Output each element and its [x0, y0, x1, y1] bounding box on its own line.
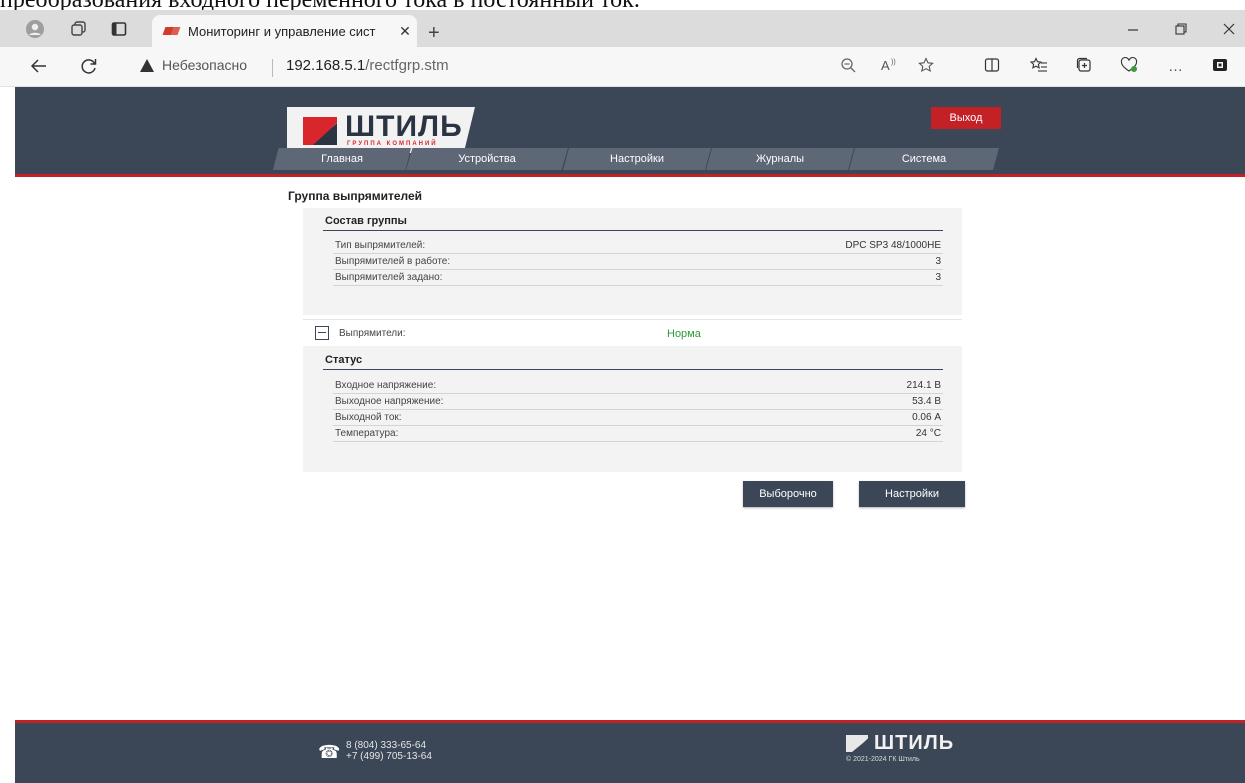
footer-copyright: © 2021-2024 ГК Штиль — [846, 756, 920, 763]
row-label: Температура: — [335, 428, 399, 439]
rectifiers-status: Норма — [667, 328, 701, 340]
site-footer: ☎ 8 (804) 333-65-64 +7 (499) 705-13-64 Ш… — [15, 720, 1245, 783]
row-label: Тип выпрямителей: — [335, 240, 426, 251]
security-warning[interactable]: Небезопасно — [140, 57, 247, 73]
row-label: Выходное напряжение: — [335, 396, 444, 407]
split-screen-icon[interactable] — [984, 57, 1000, 79]
phone-2: +7 (499) 705-13-64 — [346, 751, 432, 762]
status-header: Статус — [325, 354, 363, 366]
page-title: Группа выпрямителей — [288, 189, 423, 203]
extension-icon[interactable] — [1212, 57, 1228, 79]
url-path: /rectfgrp.stm — [365, 57, 449, 74]
group-row: Выпрямителей в работе: 3 — [333, 254, 943, 270]
url-field[interactable]: 192.168.5.1/rectfgrp.stm — [286, 57, 449, 74]
security-label: Небезопасно — [162, 57, 248, 73]
row-value: 53.4 В — [912, 396, 941, 407]
logout-button[interactable]: Выход — [931, 107, 1001, 129]
status-row: Входное напряжение: 214.1 В — [333, 378, 943, 394]
row-label: Входное напряжение: — [335, 380, 437, 391]
tab-actions-icon[interactable] — [108, 18, 130, 40]
selective-button[interactable]: Выборочно — [743, 481, 833, 507]
read-aloud-icon[interactable]: A)) — [880, 57, 898, 79]
phone-1: 8 (804) 333-65-64 — [346, 740, 427, 751]
rectifiers-label: Выпрямители: — [339, 328, 406, 339]
new-tab-button[interactable]: + — [428, 23, 440, 43]
group-row: Тип выпрямителей: DPC SP3 48/1000HE — [333, 238, 943, 254]
rectifiers-status-row[interactable]: Выпрямители: Норма — [303, 319, 962, 346]
row-label: Выходной ток: — [335, 412, 402, 423]
phone-icon: ☎ — [318, 742, 341, 762]
settings-button[interactable]: Настройки — [859, 481, 965, 507]
collapse-icon[interactable] — [315, 326, 329, 340]
row-value: DPC SP3 48/1000HE — [845, 240, 941, 251]
restore-icon[interactable] — [1174, 22, 1188, 40]
menu-item-logs[interactable]: Журналы — [706, 148, 854, 170]
status-row: Выходной ток: 0.06 А — [333, 410, 943, 426]
minimize-icon[interactable] — [1126, 22, 1140, 40]
more-icon[interactable]: … — [1168, 57, 1183, 77]
svg-text:)): )) — [891, 59, 896, 66]
group-panel: Состав группы Тип выпрямителей: DPC SP3 … — [303, 208, 962, 315]
status-header-rule — [323, 369, 943, 370]
row-value: 214.1 В — [906, 380, 941, 391]
row-value: 24 °C — [915, 428, 941, 439]
close-window-icon[interactable] — [1222, 22, 1236, 40]
address-separator — [272, 59, 273, 77]
row-value: 3 — [935, 256, 941, 267]
zoom-icon[interactable] — [840, 57, 856, 79]
refresh-icon[interactable] — [80, 57, 98, 79]
url-host: 192.168.5.1 — [286, 57, 366, 74]
row-label: Выпрямителей в работе: — [335, 256, 451, 267]
row-value: 3 — [935, 272, 941, 283]
svg-text:A: A — [881, 58, 890, 73]
footer-logo: ШТИЛЬ — [846, 732, 954, 755]
performance-icon[interactable] — [1120, 57, 1138, 79]
menu-item-settings[interactable]: Настройки — [563, 148, 711, 170]
favorites-icon[interactable] — [1029, 57, 1048, 79]
status-row: Температура: 24 °C — [333, 426, 943, 442]
back-icon[interactable] — [30, 57, 48, 79]
browser-tab-active[interactable]: Мониторинг и управление сист ✕ — [152, 15, 417, 47]
tab-close-icon[interactable]: ✕ — [393, 23, 417, 40]
status-row: Выходное напряжение: 53.4 В — [333, 394, 943, 410]
site-favicon-icon — [164, 25, 180, 37]
menu-item-home[interactable]: Главная — [273, 148, 411, 170]
row-value: 0.06 А — [912, 412, 941, 423]
group-header: Состав группы — [325, 215, 407, 227]
status-panel: Статус Входное напряжение: 214.1 В Выход… — [303, 346, 962, 472]
footer-logo-text: ШТИЛЬ — [874, 732, 955, 754]
footer-logo-mark-icon — [846, 735, 868, 752]
phone-numbers: 8 (804) 333-65-64 +7 (499) 705-13-64 — [346, 740, 432, 762]
menu-item-system[interactable]: Система — [849, 148, 999, 170]
browser-address-bar: Небезопасно 192.168.5.1/rectfgrp.stm A))… — [0, 47, 1245, 87]
tab-title: Мониторинг и управление сист — [188, 23, 376, 39]
site-logo[interactable]: ШТИЛЬ ГРУППА КОМПАНИЙ — [287, 107, 475, 153]
logo-subtitle: ГРУППА КОМПАНИЙ — [347, 141, 438, 147]
row-label: Выпрямителей задано: — [335, 272, 443, 283]
logo-text: ШТИЛЬ — [345, 110, 463, 143]
profile-icon[interactable] — [24, 18, 46, 40]
menu-item-devices[interactable]: Устройства — [406, 148, 568, 170]
group-header-rule — [323, 230, 943, 231]
document-text: преобразования входного переменного тока… — [0, 0, 1245, 10]
browser-tab-bar: Мониторинг и управление сист ✕ + — [0, 10, 1245, 47]
warning-icon — [140, 58, 154, 72]
logo-mark-icon — [303, 117, 339, 145]
site-header: ШТИЛЬ ГРУППА КОМПАНИЙ Выход Главная Устр… — [15, 87, 1245, 177]
favorite-star-icon[interactable] — [918, 57, 934, 79]
collections-icon[interactable] — [1076, 57, 1092, 79]
group-row: Выпрямителей задано: 3 — [333, 270, 943, 286]
workspaces-icon[interactable] — [68, 18, 90, 40]
